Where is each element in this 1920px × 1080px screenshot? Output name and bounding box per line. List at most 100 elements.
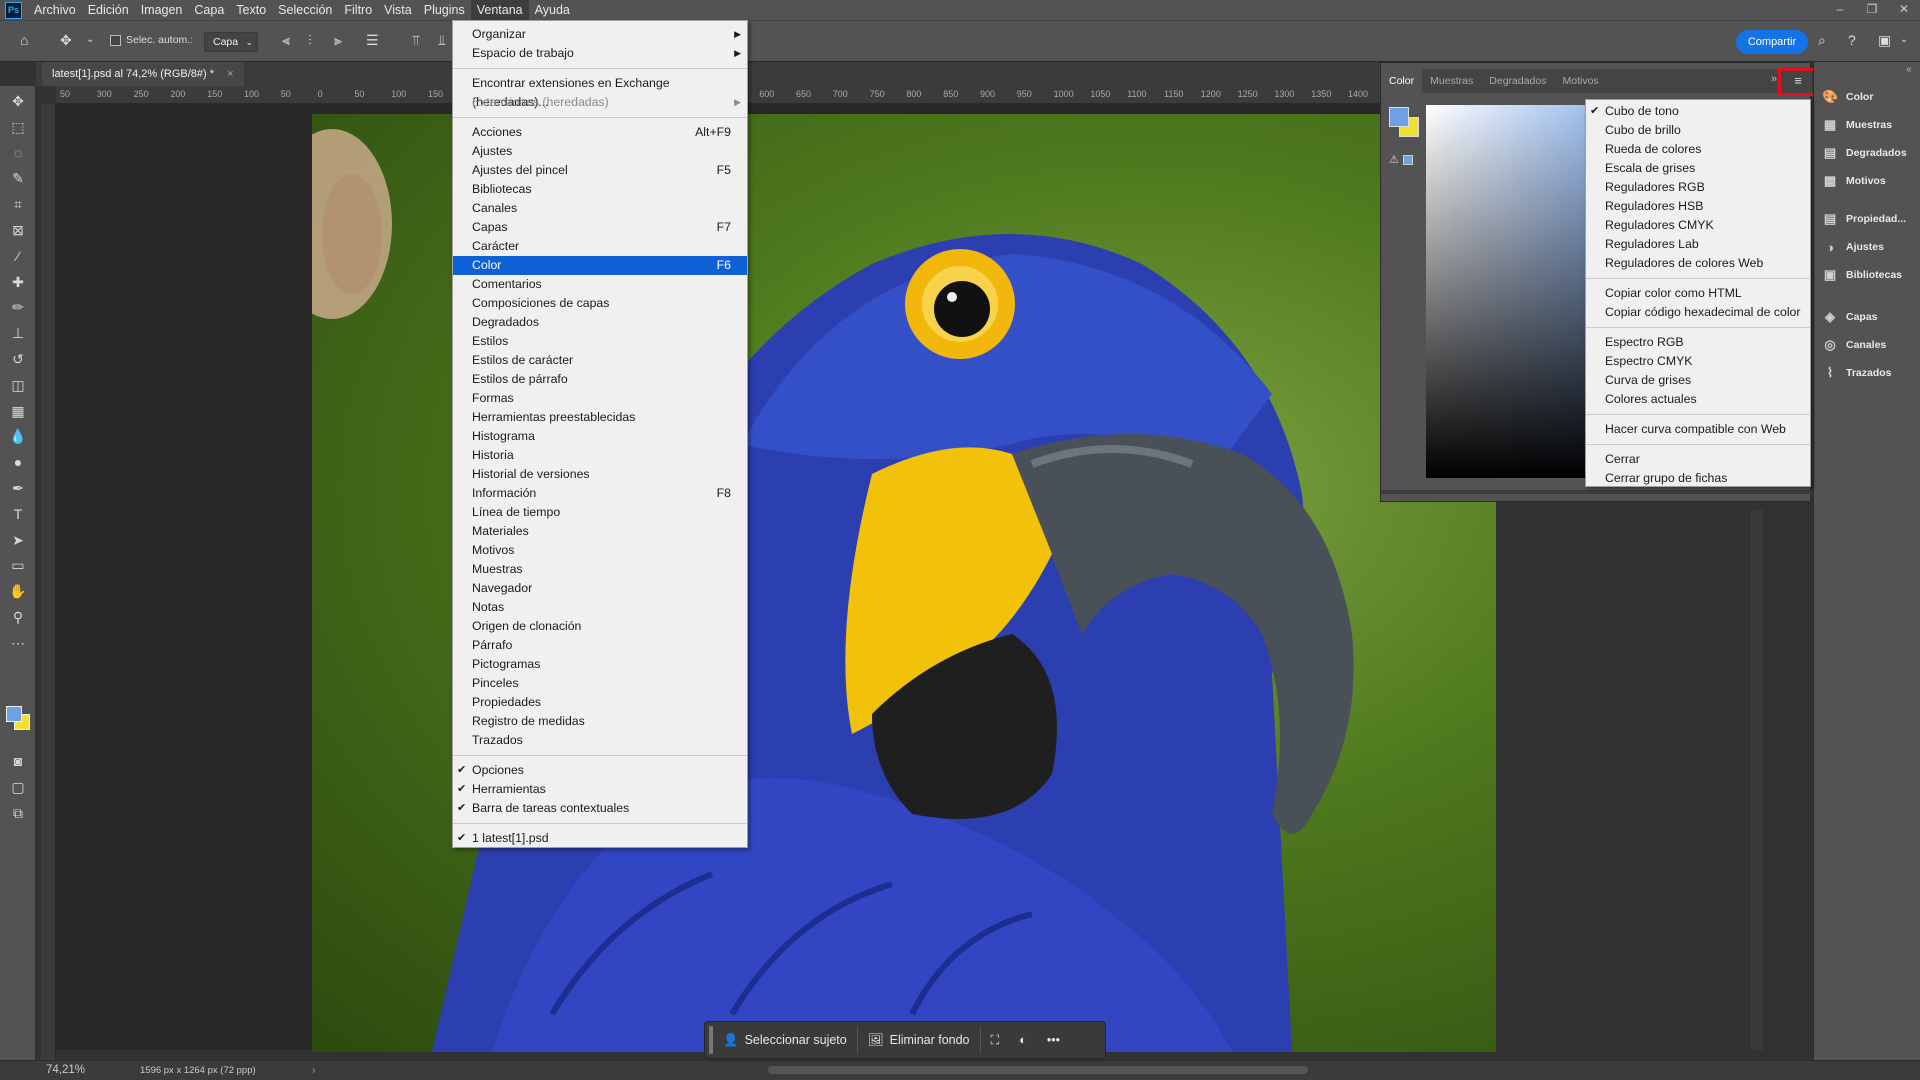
flyout-item-colores-actuales[interactable]: Colores actuales (1586, 390, 1810, 409)
remove-background-button[interactable]: 🖼 Eliminar fondo (858, 1026, 980, 1054)
collapse-chevron-icon[interactable]: » (1771, 73, 1777, 85)
tab-degradados[interactable]: Degradados (1481, 69, 1554, 93)
ventana-item-capas[interactable]: Capas F7 (453, 218, 747, 237)
select-subject-button[interactable]: 👤 Seleccionar sujeto (713, 1026, 857, 1054)
home-icon[interactable]: ⌂ (20, 30, 28, 50)
flyout-item-cerrar-grupo-de-fichas[interactable]: Cerrar grupo de fichas (1586, 469, 1810, 488)
help-icon[interactable]: ? (1848, 30, 1856, 50)
ventana-item-carácter[interactable]: Carácter (453, 237, 747, 256)
flyout-item-curva-de-grises[interactable]: Curva de grises (1586, 371, 1810, 390)
ventana-item-acciones[interactable]: Acciones Alt+F9 (453, 123, 747, 142)
gradient-tool-icon[interactable]: ▦ (6, 400, 30, 422)
ventana-item-color[interactable]: Color F6 (453, 256, 747, 275)
flyout-item-reguladores-cmyk[interactable]: Reguladores CMYK (1586, 216, 1810, 235)
menu-ventana[interactable]: Ventana (470, 0, 529, 20)
align-center-icon[interactable]: ⫶ (308, 30, 312, 50)
close-icon[interactable]: ✕ (1888, 0, 1920, 20)
ventana-item-comentarios[interactable]: Comentarios (453, 275, 747, 294)
warning-icon[interactable]: ⚠ (1389, 153, 1399, 166)
menu-ayuda[interactable]: Ayuda (529, 0, 576, 20)
tab-motivos[interactable]: Motivos (1555, 69, 1607, 93)
hand-tool-icon[interactable]: ✋ (6, 580, 30, 602)
ventana-item-histograma[interactable]: Histograma (453, 427, 747, 446)
quick-select-icon[interactable]: ✎ (6, 167, 30, 189)
ventana-item-trazados[interactable]: Trazados (453, 731, 747, 750)
ventana-item-historia[interactable]: Historia (453, 446, 747, 465)
collapse-chevron-icon[interactable]: « (1906, 64, 1912, 75)
ventana-item-registro-de-medidas[interactable]: Registro de medidas (453, 712, 747, 731)
ventana-item-ajustes-del-pincel[interactable]: Ajustes del pincel F5 (453, 161, 747, 180)
zoom-tool-icon[interactable]: ⚲ (6, 606, 30, 628)
workspace-icon[interactable]: ▣ (1878, 30, 1891, 50)
auto-select-checkbox[interactable] (110, 35, 121, 46)
panel-menu-button[interactable]: ≡ (1778, 68, 1818, 96)
horizontal-scrollbar[interactable] (768, 1066, 1308, 1074)
document-tab[interactable]: latest[1].psd al 74,2% (RGB/8#) * × (42, 62, 244, 86)
ventana-item-historial-de-versiones[interactable]: Historial de versiones (453, 465, 747, 484)
dock-item-propiedad[interactable]: ▤ Propiedad... (1822, 208, 1906, 230)
menu-archivo[interactable]: Archivo (28, 0, 82, 20)
eyedropper-icon[interactable]: ⁄ (6, 245, 30, 267)
search-icon[interactable]: ⌕ (1818, 30, 1826, 50)
ventana-item-herramientas[interactable]: ✔ Herramientas (453, 780, 747, 799)
ventana-item-1-latest-1-psd[interactable]: ✔ 1 latest[1].psd (453, 829, 747, 848)
ventana-item-formas[interactable]: Formas (453, 389, 747, 408)
flyout-item-cubo-de-tono[interactable]: ✔ Cubo de tono (1586, 102, 1810, 121)
ventana-item-línea-de-tiempo[interactable]: Línea de tiempo (453, 503, 747, 522)
dock-item-capas[interactable]: ◈ Capas (1822, 306, 1878, 328)
menu-edición[interactable]: Edición (82, 0, 135, 20)
type-tool-icon[interactable]: T (6, 503, 30, 525)
flyout-item-escala-de-grises[interactable]: Escala de grises (1586, 159, 1810, 178)
ventana-item-pinceles[interactable]: Pinceles (453, 674, 747, 693)
path-select-icon[interactable]: ➤ (6, 529, 30, 551)
flyout-item-reguladores-hsb[interactable]: Reguladores HSB (1586, 197, 1810, 216)
ventana-item-barra-de-tareas-contextuales[interactable]: ✔ Barra de tareas contextuales (453, 799, 747, 818)
ventana-item-opciones[interactable]: ✔ Opciones (453, 761, 747, 780)
flyout-item-reguladores-de-colores-web[interactable]: Reguladores de colores Web (1586, 254, 1810, 273)
chevron-down-icon[interactable]: ⌄ (1900, 30, 1908, 50)
brush-tool-icon[interactable]: ✏ (6, 296, 30, 318)
menu-selección[interactable]: Selección (272, 0, 338, 20)
dock-item-degradados[interactable]: ▤ Degradados (1822, 142, 1907, 164)
dock-item-color[interactable]: 🎨 Color (1822, 86, 1873, 108)
lasso-tool-icon[interactable]: ◌ (6, 142, 30, 164)
dock-item-motivos[interactable]: ▩ Motivos (1822, 170, 1886, 192)
flyout-item-reguladores-lab[interactable]: Reguladores Lab (1586, 235, 1810, 254)
blur-tool-icon[interactable]: 💧 (6, 425, 30, 447)
stamp-tool-icon[interactable]: ⊥ (6, 322, 30, 344)
ventana-item-composiciones-de-capas[interactable]: Composiciones de capas (453, 294, 747, 313)
tab-color[interactable]: Color (1381, 69, 1423, 93)
dock-item-canales[interactable]: ◎ Canales (1822, 334, 1886, 356)
menu-imagen[interactable]: Imagen (135, 0, 189, 20)
history-brush-icon[interactable]: ↺ (6, 348, 30, 370)
adjust-icon[interactable]: ◐ (1009, 1026, 1037, 1054)
minimize-icon[interactable]: – (1824, 0, 1856, 20)
ventana-item-notas[interactable]: Notas (453, 598, 747, 617)
transform-icon[interactable]: ⛶ (981, 1026, 1010, 1054)
zoom-level[interactable]: 74,21% (46, 1064, 85, 1076)
more-button[interactable]: ••• (1037, 1026, 1070, 1054)
ventana-item-estilos-de-carácter[interactable]: Estilos de carácter (453, 351, 747, 370)
close-icon[interactable]: × (227, 68, 233, 80)
healing-brush-icon[interactable]: ✚ (6, 271, 30, 293)
menu-filtro[interactable]: Filtro (338, 0, 378, 20)
ventana-item-origen-de-clonación[interactable]: Origen de clonación (453, 617, 747, 636)
dodge-tool-icon[interactable]: ● (6, 451, 30, 473)
ventana-item-herramientas-preestablecidas[interactable]: Herramientas preestablecidas (453, 408, 747, 427)
align-middle-icon[interactable]: ⫫ (438, 30, 446, 50)
flyout-item-cerrar[interactable]: Cerrar (1586, 450, 1810, 469)
flyout-item-reguladores-rgb[interactable]: Reguladores RGB (1586, 178, 1810, 197)
pen-tool-icon[interactable]: ✒ (6, 477, 30, 499)
crop-tool-icon[interactable]: ⌗ (6, 193, 30, 215)
ventana-item-propiedades[interactable]: Propiedades (453, 693, 747, 712)
ventana-item-espacio-de-trabajo[interactable]: Espacio de trabajo ▶ (453, 44, 747, 63)
distribute-icon[interactable]: ☰ (366, 30, 379, 50)
dock-item-muestras[interactable]: ▦ Muestras (1822, 114, 1892, 136)
ventana-item-organizar[interactable]: Organizar ▶ (453, 25, 747, 44)
ventana-item-encontrar-extensiones-en-exchange-heredadas[interactable]: Encontrar extensiones en Exchange (hered… (453, 74, 747, 109)
ventana-item-bibliotecas[interactable]: Bibliotecas (453, 180, 747, 199)
foreground-color-chip[interactable] (6, 706, 22, 722)
ventana-item-estilos[interactable]: Estilos (453, 332, 747, 351)
share-edit-icon[interactable]: ⧉ (6, 802, 30, 824)
ventana-item-estilos-de-párrafo[interactable]: Estilos de párrafo (453, 370, 747, 389)
